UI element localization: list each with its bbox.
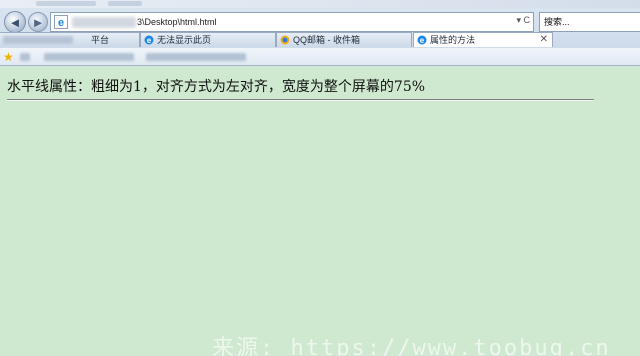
svg-text:e: e xyxy=(420,36,425,45)
close-tab-icon[interactable]: ✕ xyxy=(540,33,548,47)
blurred-path-segment xyxy=(72,16,136,28)
blurred-tab-text xyxy=(3,36,73,44)
browser-chrome: ◄ ► e 3\Desktop\html.html ▾ C 搜索... 平台 e… xyxy=(0,0,640,66)
ie-icon: e xyxy=(144,35,154,45)
favorites-bar: ★ xyxy=(0,48,640,66)
search-box[interactable]: 搜索... xyxy=(539,12,640,32)
address-bar[interactable]: e 3\Desktop\html.html ▾ C xyxy=(50,12,534,32)
tab-attribute-methods[interactable]: e 属性的方法 ✕ xyxy=(413,32,553,47)
favorites-star-icon[interactable]: ★ xyxy=(3,50,14,64)
tab-label: 属性的方法 xyxy=(430,35,476,45)
tab-qq-mail[interactable]: QQ邮箱 - 收件箱 xyxy=(276,32,412,47)
forward-arrow-icon: ► xyxy=(31,14,45,30)
blurred-favorite[interactable] xyxy=(146,53,246,61)
blurred-title-text xyxy=(36,1,96,6)
blurred-favorite[interactable] xyxy=(20,53,30,61)
back-arrow-icon: ◄ xyxy=(8,14,22,30)
qq-mail-icon xyxy=(280,35,290,45)
svg-text:e: e xyxy=(58,17,64,29)
ie-icon: e xyxy=(54,15,68,29)
tab-label: 平台 xyxy=(91,35,110,45)
tab-label: QQ邮箱 - 收件箱 xyxy=(293,35,360,45)
tab-label: 无法显示此页 xyxy=(157,35,212,45)
window-title-strip xyxy=(0,0,640,8)
tab-bar: 平台 e 无法显示此页 QQ邮箱 - 收件箱 e 属性的方法 ✕ xyxy=(0,32,640,47)
page-content: 水平线属性：粗细为1，对齐方式为左对齐，宽度为整个屏幕的75% xyxy=(0,66,640,356)
blurred-favorite[interactable] xyxy=(44,53,134,61)
tab-platform[interactable]: 平台 xyxy=(0,32,140,47)
blurred-title-text xyxy=(108,1,142,6)
address-controls[interactable]: ▾ C xyxy=(516,15,530,26)
tab-cannot-display[interactable]: e 无法显示此页 xyxy=(140,32,276,47)
svg-text:e: e xyxy=(147,36,152,45)
back-button[interactable]: ◄ xyxy=(4,11,26,33)
page-heading: 水平线属性：粗细为1，对齐方式为左对齐，宽度为整个屏幕的75% xyxy=(7,79,426,95)
ie-icon: e xyxy=(417,35,427,45)
address-url: 3\Desktop\html.html xyxy=(137,17,217,27)
forward-button[interactable]: ► xyxy=(28,12,48,32)
source-watermark: 来源: https://www.toobug.cn xyxy=(212,336,611,356)
horizontal-rule xyxy=(7,99,594,101)
